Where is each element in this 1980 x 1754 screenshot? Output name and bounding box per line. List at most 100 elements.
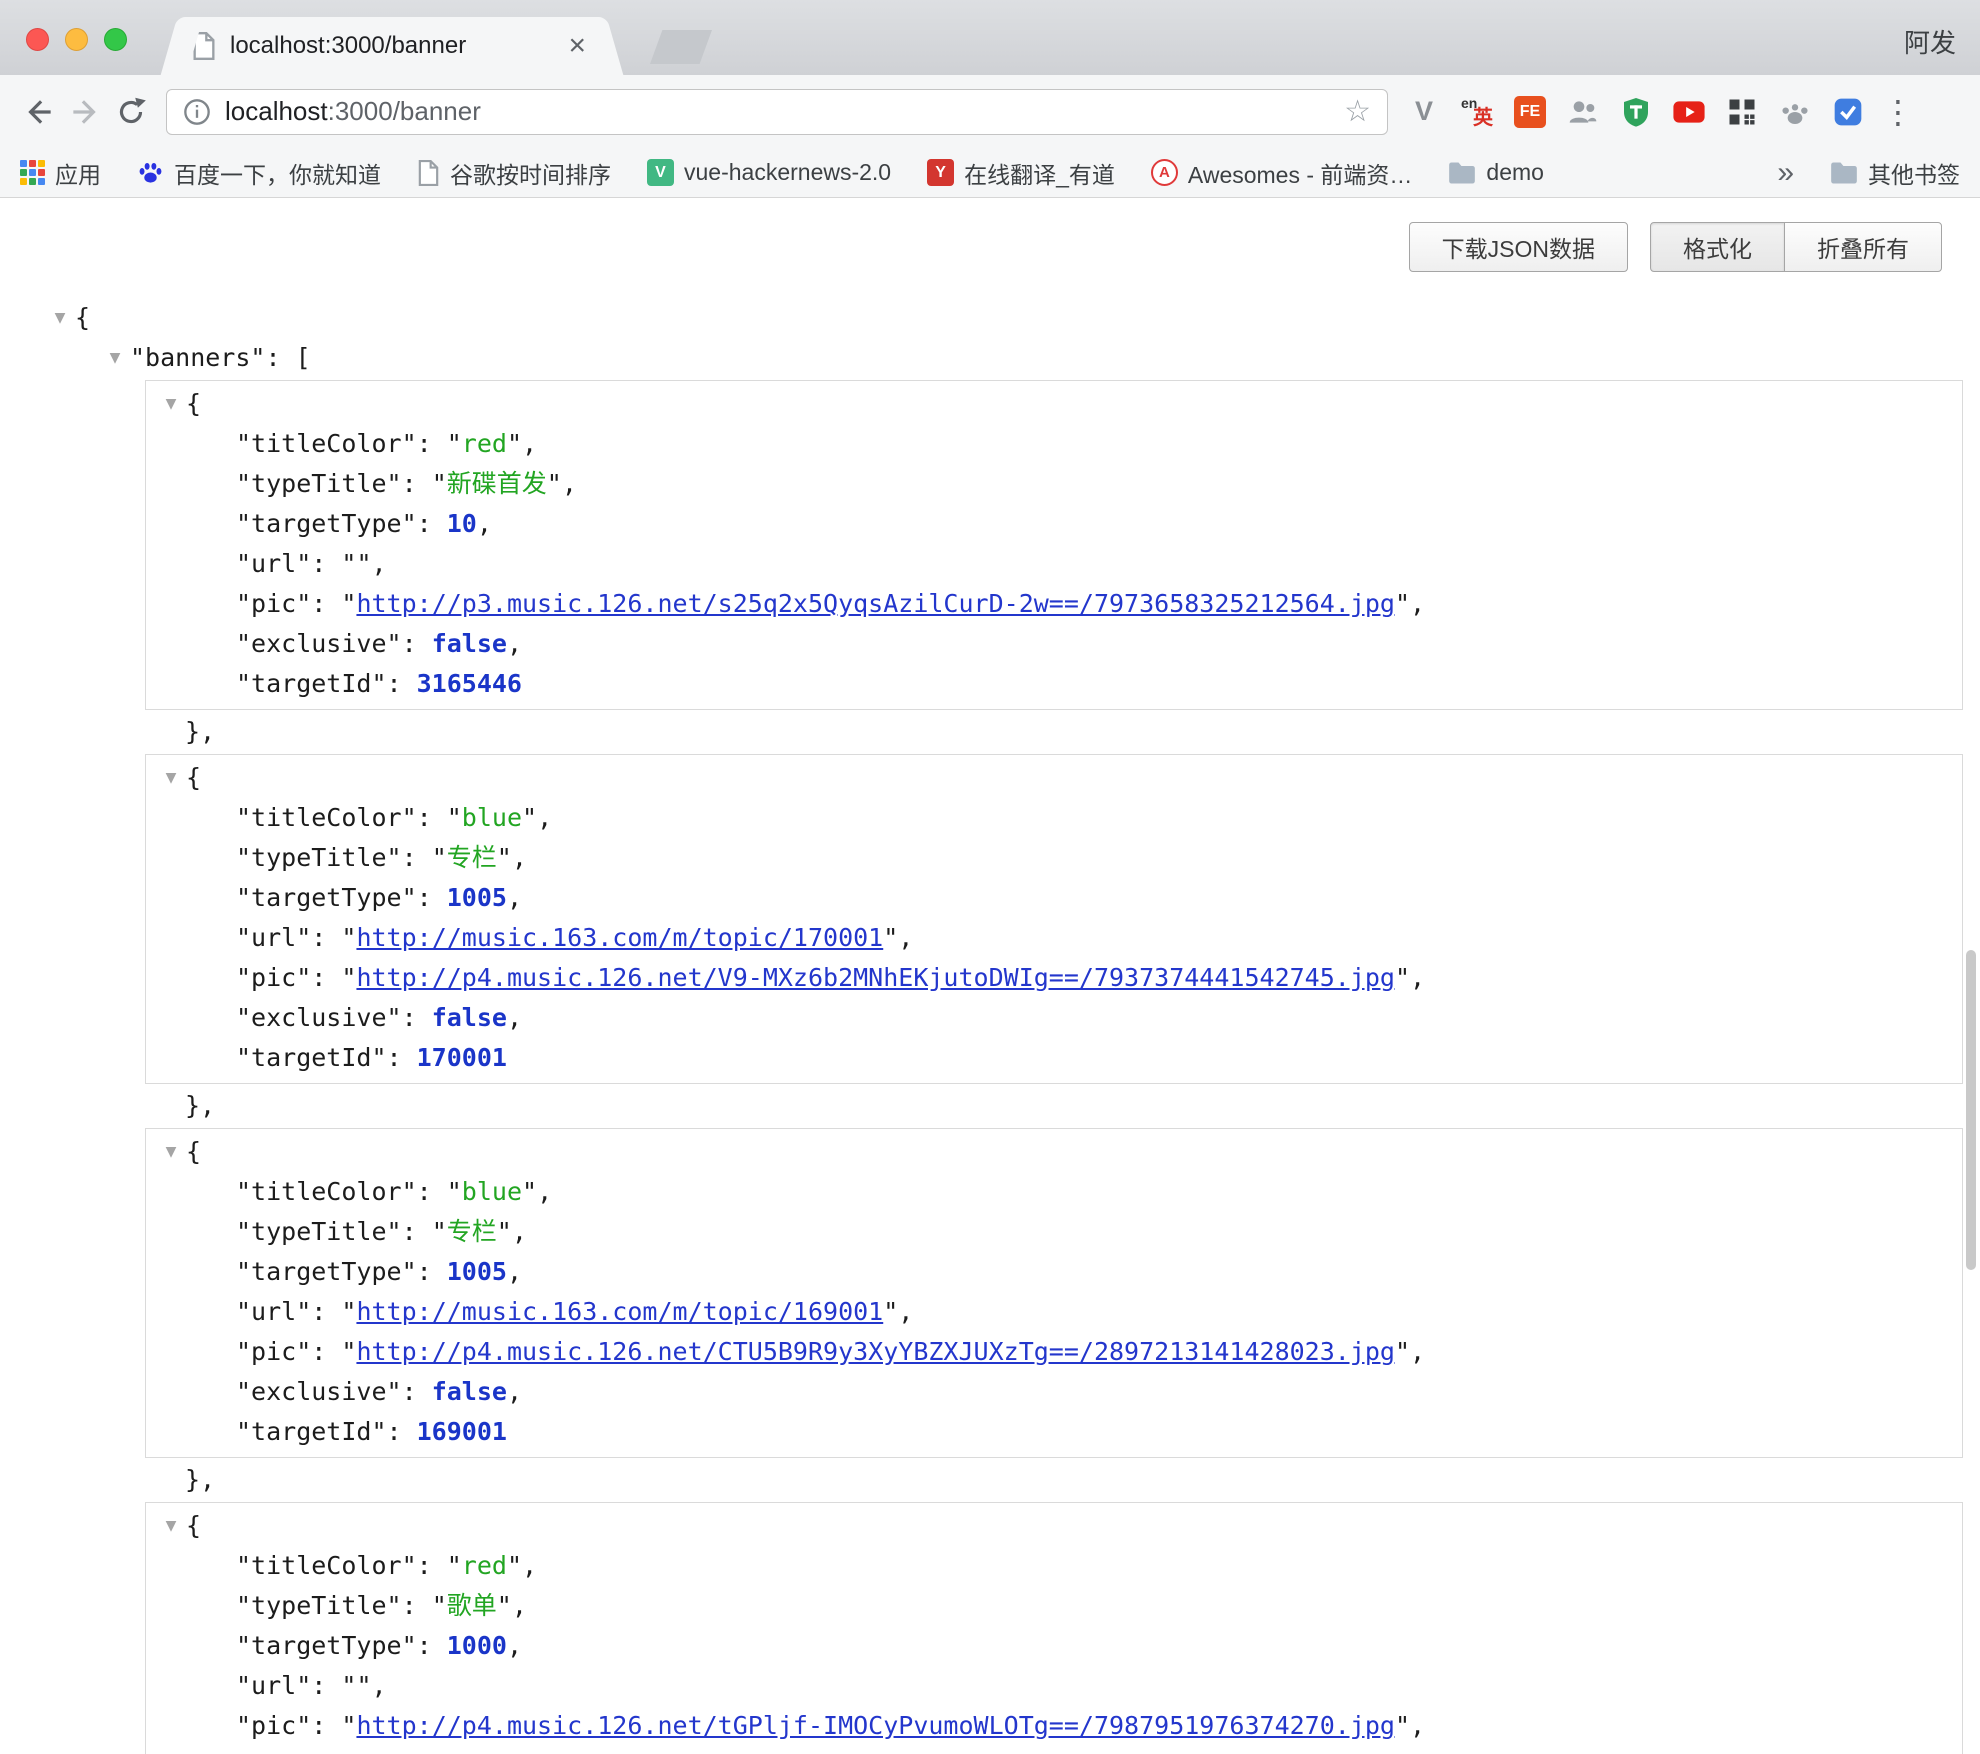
- browser-menu-icon[interactable]: ⋮: [1882, 96, 1912, 128]
- json-key: "targetType": [236, 1257, 417, 1286]
- json-quote: ": [341, 1297, 356, 1326]
- json-line: ▼{: [146, 758, 1962, 798]
- collapse-triangle-icon[interactable]: ▼: [100, 338, 130, 378]
- close-window-button[interactable]: [26, 28, 49, 51]
- bookmark-awesomes[interactable]: A Awesomes - 前端资…: [1151, 156, 1413, 190]
- qrcode-extension-icon[interactable]: [1724, 94, 1760, 130]
- other-bookmarks[interactable]: 其他书签: [1830, 156, 1960, 190]
- json-quote: ": [341, 1711, 356, 1740]
- json-link[interactable]: http://p3.music.126.net/s25q2x5QyqsAzilC…: [356, 589, 1395, 618]
- collapse-triangle-icon[interactable]: ▼: [156, 384, 186, 424]
- json-punctuation: ,: [372, 1671, 387, 1700]
- back-button[interactable]: [16, 89, 62, 135]
- json-punctuation: :: [402, 469, 432, 498]
- json-key: "titleColor": [236, 1177, 417, 1206]
- users-extension-icon[interactable]: [1565, 94, 1601, 130]
- json-key: "targetId": [236, 669, 387, 698]
- json-key: "titleColor": [236, 1551, 417, 1580]
- zoom-window-button[interactable]: [104, 28, 127, 51]
- json-link[interactable]: http://p4.music.126.net/CTU5B9R9y3XyYBZX…: [356, 1337, 1395, 1366]
- other-bookmarks-label: 其他书签: [1868, 156, 1960, 190]
- json-punctuation: {: [186, 1137, 201, 1166]
- bookmark-baidu[interactable]: 百度一下，你就知道: [137, 156, 381, 190]
- json-quote: ": [447, 1177, 462, 1206]
- collapse-all-button[interactable]: 折叠所有: [1784, 222, 1942, 272]
- json-quote: ": [1395, 963, 1410, 992]
- scrollbar-thumb[interactable]: [1966, 950, 1976, 1270]
- json-punctuation: :: [402, 1217, 432, 1246]
- reload-button[interactable]: [108, 89, 154, 135]
- json-line: ▼{: [146, 384, 1962, 424]
- json-key: "url": [236, 923, 311, 952]
- json-key: "pic": [236, 963, 311, 992]
- bookmark-vue-hackernews[interactable]: V vue-hackernews-2.0: [647, 159, 891, 186]
- json-link[interactable]: http://music.163.com/m/topic/170001: [356, 923, 883, 952]
- url-host: localhost: [225, 96, 328, 126]
- json-punctuation: :: [311, 1297, 341, 1326]
- json-boolean: false: [432, 629, 507, 658]
- json-quote: ": [432, 843, 447, 872]
- profile-name[interactable]: 阿发: [1904, 23, 1956, 60]
- collapse-triangle-icon[interactable]: ▼: [156, 758, 186, 798]
- json-number: 10: [447, 509, 477, 538]
- json-link[interactable]: http://p4.music.126.net/tGPljf-IMOCyPvum…: [356, 1711, 1395, 1740]
- json-string: blue: [462, 803, 522, 832]
- json-key: "pic": [236, 1711, 311, 1740]
- vue-icon: V: [647, 159, 674, 186]
- bookmark-google-sort[interactable]: 谷歌按时间排序: [417, 156, 611, 190]
- json-punctuation: :: [417, 1551, 447, 1580]
- json-key: "typeTitle": [236, 843, 402, 872]
- json-number: 1005: [447, 1257, 507, 1286]
- collapse-triangle-icon[interactable]: ▼: [156, 1506, 186, 1546]
- collapse-triangle-icon[interactable]: ▼: [45, 298, 75, 338]
- json-key: "pic": [236, 589, 311, 618]
- json-punctuation: ,: [507, 1257, 522, 1286]
- bookmark-apps[interactable]: 应用: [20, 156, 101, 190]
- window-controls: [26, 28, 127, 51]
- json-tree: ▼{▼"banners": [▼{"titleColor": "red","ty…: [0, 198, 1980, 1754]
- json-key: "targetType": [236, 883, 417, 912]
- json-key: "targetId": [236, 1043, 387, 1072]
- collapse-triangle-icon[interactable]: ▼: [156, 1132, 186, 1172]
- json-key: "titleColor": [236, 429, 417, 458]
- format-button[interactable]: 格式化: [1650, 222, 1785, 272]
- translate-extension-icon[interactable]: en 英: [1459, 94, 1495, 130]
- vimium-extension-icon[interactable]: V: [1406, 94, 1442, 130]
- minimize-window-button[interactable]: [65, 28, 88, 51]
- browser-tab[interactable]: localhost:3000/banner ×: [182, 17, 602, 75]
- extension-icons: V en 英 FE: [1406, 94, 1866, 130]
- download-json-button[interactable]: 下载JSON数据: [1409, 222, 1628, 272]
- new-tab-button[interactable]: [650, 30, 712, 64]
- security-check-extension-icon[interactable]: [1830, 94, 1866, 130]
- bookmark-star-icon[interactable]: ☆: [1344, 97, 1371, 127]
- bookmark-label: 百度一下，你就知道: [174, 156, 381, 190]
- tab-close-icon[interactable]: ×: [562, 31, 592, 61]
- json-link[interactable]: http://p4.music.126.net/V9-MXz6b2MNhEKju…: [356, 963, 1395, 992]
- json-quote: ": [1395, 1337, 1410, 1366]
- bookmarks-overflow-icon[interactable]: »: [1777, 156, 1794, 190]
- json-link[interactable]: http://music.163.com/m/topic/169001: [356, 1297, 883, 1326]
- paw-extension-icon[interactable]: [1777, 94, 1813, 130]
- shield-t-extension-icon[interactable]: [1618, 94, 1654, 130]
- youtube-extension-icon[interactable]: [1671, 94, 1707, 130]
- bookmark-label: demo: [1486, 159, 1544, 186]
- address-bar[interactable]: localhost:3000/banner ☆: [166, 89, 1388, 135]
- json-toolbar: 下载JSON数据 格式化 折叠所有: [1409, 222, 1942, 272]
- json-punctuation: :: [311, 1671, 341, 1700]
- fe-extension-icon[interactable]: FE: [1512, 94, 1548, 130]
- bookmark-demo-folder[interactable]: demo: [1448, 159, 1544, 186]
- bookmarks-bar: 应用 百度一下，你就知道 谷歌按时间排序 V vue-hackernews-2.…: [0, 148, 1980, 198]
- json-line: "targetType": 1005,: [146, 878, 1962, 918]
- json-key: "targetId": [236, 1417, 387, 1446]
- json-punctuation: :: [387, 669, 417, 698]
- json-punctuation: :: [387, 1043, 417, 1072]
- json-key: "banners": [130, 343, 265, 372]
- json-punctuation: },: [185, 1091, 215, 1120]
- bookmark-youdao-translate[interactable]: Y 在线翻译_有道: [927, 156, 1115, 190]
- json-punctuation: ,: [898, 923, 913, 952]
- json-string: blue: [462, 1177, 522, 1206]
- forward-button[interactable]: [62, 89, 108, 135]
- json-number: 1005: [447, 883, 507, 912]
- site-info-icon[interactable]: [183, 98, 211, 126]
- json-quote: ": [507, 429, 522, 458]
